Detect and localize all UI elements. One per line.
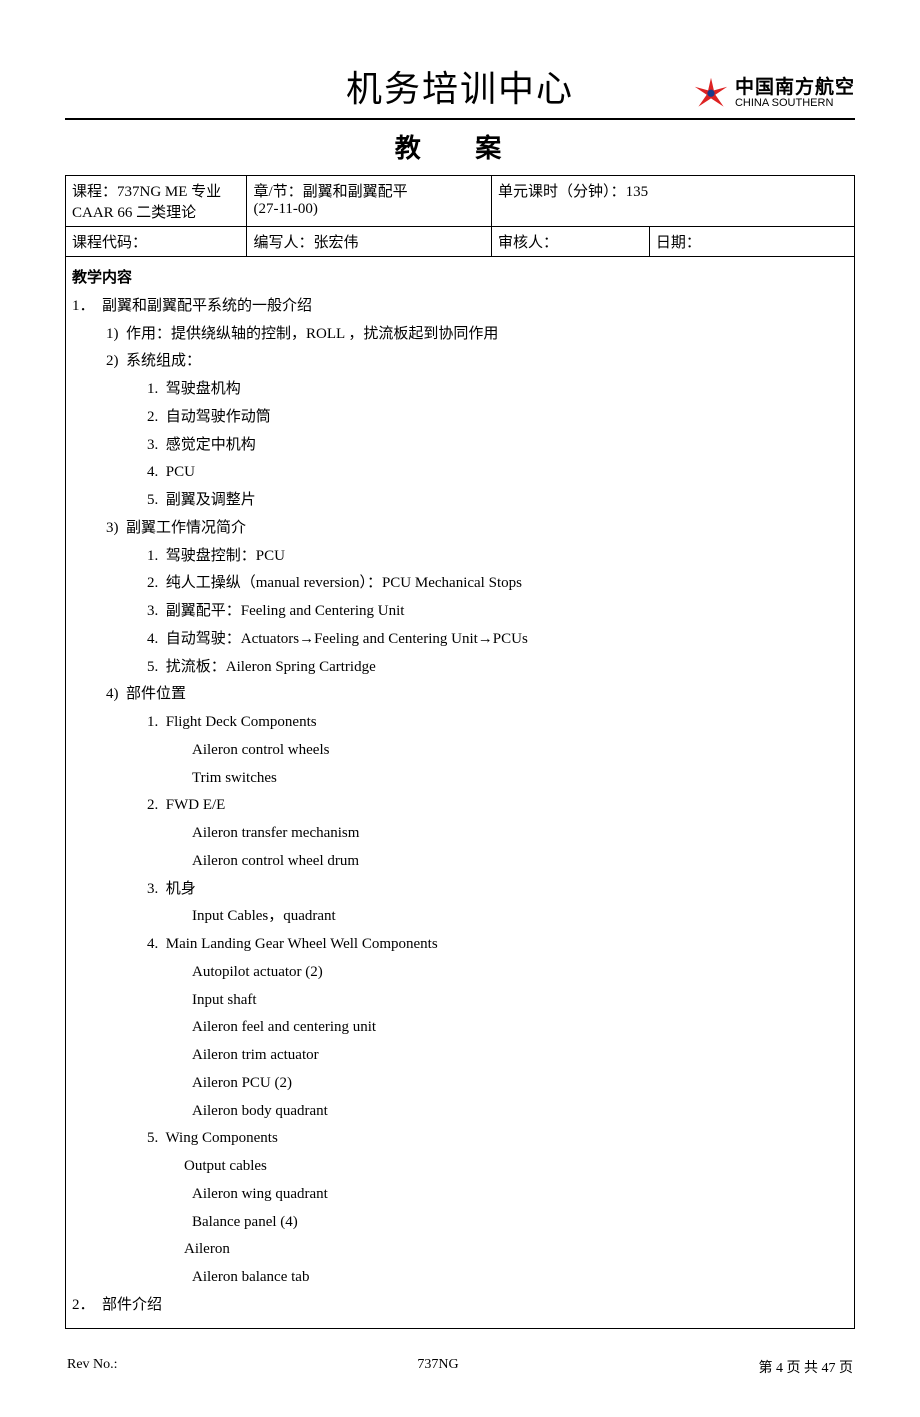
logo-cn-text: 中国南方航空 (735, 78, 855, 98)
table-row: 课程：737NG ME 专业 CAAR 66 二类理论 章/节：副翼和副翼配平 … (66, 176, 855, 227)
content-line: Aileron control wheels (72, 737, 848, 765)
value-chapter: 副翼和副翼配平 (303, 184, 408, 200)
content-line: Aileron feel and centering unit (72, 1014, 848, 1042)
header-center-title: 机务培训中心 (346, 60, 574, 112)
page: 机务培训中心 中国南方航空 CHINA SOUTHERN 教 案 课程：737N… (0, 0, 920, 1417)
content-lines: 1． 副翼和副翼配平系统的一般介绍1) 作用：提供绕纵轴的控制，ROLL ，扰流… (72, 293, 848, 1320)
content-line: Input shaft (72, 987, 848, 1015)
label-duration: 单元课时（分钟）： (498, 184, 626, 200)
content-line: 3. 感觉定中机构 (72, 432, 848, 460)
footer-model: 737NG (417, 1357, 458, 1377)
content-line: 4) 部件位置 (72, 681, 848, 709)
content-line: 2. 纯人工操纵（manual reversion）：PCU Mechanica… (72, 570, 848, 598)
cell-chapter: 章/节：副翼和副翼配平 (27-11-00) (247, 176, 492, 227)
content-line: 5. Wing Components (72, 1125, 848, 1153)
china-southern-logo-icon (693, 76, 729, 112)
content-line: Aileron body quadrant (72, 1098, 848, 1126)
content-line: 2． 部件介绍 (72, 1292, 848, 1320)
content-line: Aileron transfer mechanism (72, 820, 848, 848)
footer-rev: Rev No.: (67, 1357, 118, 1377)
content-line: 5. 扰流板：Aileron Spring Cartridge (72, 654, 848, 682)
content-line: Trim switches (72, 765, 848, 793)
content-line: Autopilot actuator (2) (72, 959, 848, 987)
content-line: 1. 驾驶盘机构 (72, 376, 848, 404)
cell-reviewer: 审核人： (492, 227, 650, 257)
content-line: 1) 作用：提供绕纵轴的控制，ROLL ，扰流板起到协同作用 (72, 321, 848, 349)
logo-block: 中国南方航空 CHINA SOUTHERN (693, 76, 855, 112)
meta-table: 课程：737NG ME 专业 CAAR 66 二类理论 章/节：副翼和副翼配平 … (65, 175, 855, 257)
content-line: 4. 自动驾驶：Actuators→Feeling and Centering … (72, 626, 848, 654)
content-line: 3. 副翼配平：Feeling and Centering Unit (72, 598, 848, 626)
content-line: Input Cables，quadrant (72, 903, 848, 931)
logo-text: 中国南方航空 CHINA SOUTHERN (735, 78, 855, 109)
value-course: 737NG ME 专业 (117, 184, 221, 200)
cell-date: 日期： (649, 227, 854, 257)
label-date: 日期： (656, 235, 701, 251)
content-box: 教学内容 1． 副翼和副翼配平系统的一般介绍1) 作用：提供绕纵轴的控制，ROL… (65, 257, 855, 1329)
label-course: 课程： (72, 184, 117, 200)
content-line: 3. 机身 (72, 876, 848, 904)
content-line: Balance panel (4) (72, 1209, 848, 1237)
content-line: 3) 副翼工作情况简介 (72, 515, 848, 543)
content-line: 4. PCU (72, 459, 848, 487)
value-duration: 135 (626, 184, 649, 200)
content-line: 5. 副翼及调整片 (72, 487, 848, 515)
content-line: Aileron control wheel drum (72, 848, 848, 876)
cell-course: 课程：737NG ME 专业 CAAR 66 二类理论 (66, 176, 247, 227)
page-footer: Rev No.: 737NG 第 4 页 共 47 页 (65, 1357, 855, 1377)
section-title: 教学内容 (72, 265, 848, 293)
content-line: 2. 自动驾驶作动筒 (72, 404, 848, 432)
content-line: Aileron (72, 1236, 848, 1264)
cell-duration: 单元课时（分钟）：135 (492, 176, 855, 227)
value-author: 张宏伟 (313, 235, 358, 251)
value-course-line2: CAAR 66 二类理论 (72, 205, 196, 221)
content-line: Aileron wing quadrant (72, 1181, 848, 1209)
content-line: Aileron trim actuator (72, 1042, 848, 1070)
label-chapter: 章/节： (253, 184, 302, 200)
label-course-code: 课程代码： (72, 235, 147, 251)
content-line: Aileron balance tab (72, 1264, 848, 1292)
content-line: 2) 系统组成： (72, 348, 848, 376)
content-line: 4. Main Landing Gear Wheel Well Componen… (72, 931, 848, 959)
label-author: 编写人： (253, 235, 313, 251)
content-line: 1． 副翼和副翼配平系统的一般介绍 (72, 293, 848, 321)
value-chapter-code: (27-11-00) (253, 201, 317, 217)
content-line: 1. 驾驶盘控制：PCU (72, 543, 848, 571)
cell-course-code: 课程代码： (66, 227, 247, 257)
content-line: Output cables (72, 1153, 848, 1181)
content-line: 1. Flight Deck Components (72, 709, 848, 737)
content-line: 2. FWD E/E (72, 792, 848, 820)
cell-author: 编写人：张宏伟 (247, 227, 492, 257)
label-reviewer: 审核人： (498, 235, 558, 251)
footer-page: 第 4 页 共 47 页 (758, 1357, 853, 1377)
document-title: 教 案 (65, 128, 855, 165)
table-row: 课程代码： 编写人：张宏伟 审核人： 日期： (66, 227, 855, 257)
logo-en-text: CHINA SOUTHERN (735, 98, 855, 110)
content-line: Aileron PCU (2) (72, 1070, 848, 1098)
page-header: 机务培训中心 中国南方航空 CHINA SOUTHERN (65, 60, 855, 120)
